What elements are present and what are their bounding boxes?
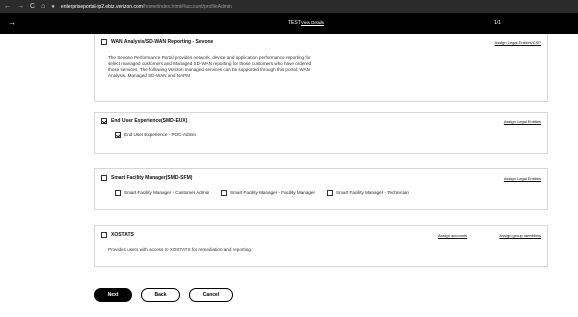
- browser-reload-icon[interactable]: C: [30, 0, 35, 13]
- sfm-customer-admin-checkbox[interactable]: [115, 190, 121, 196]
- sfm-technician-label: Smart Facility Manager - Technician: [336, 190, 409, 195]
- back-button[interactable]: Back: [141, 288, 180, 302]
- browser-home-icon[interactable]: ⌂: [41, 0, 45, 13]
- xostats-title: XOSTATS: [111, 232, 134, 238]
- end-user-experience-card: End User Experience(SMD-EUX) Assign Lega…: [94, 112, 548, 154]
- xostats-assign-group-identifiers-link[interactable]: Assign group identifiers: [499, 233, 541, 238]
- wan-analysis-title: WAN Analysis/SD-WAN Reporting - Sevone: [111, 39, 214, 45]
- eux-poc-admin-label: End User Experience - POC-Admin: [124, 132, 196, 137]
- browser-toolbar: ← → C ⌂ ● enterpriseportal-ip2.ebiz.veri…: [0, 0, 578, 13]
- wan-assign-legal-entities-link[interactable]: Assign Legal Entities/CSP: [495, 40, 541, 45]
- smart-facility-manager-title: Smart Facility Manager(SMD-SFM): [111, 175, 193, 181]
- wan-analysis-checkbox[interactable]: [101, 39, 107, 45]
- eux-poc-admin-checkbox[interactable]: [115, 132, 121, 138]
- browser-forward-icon[interactable]: →: [17, 0, 24, 13]
- sfm-facility-manager-label: Smart Facility Manager - Facility Manage…: [230, 190, 316, 195]
- browser-back-icon[interactable]: ←: [4, 0, 11, 13]
- page-indicator: 1/1: [494, 20, 501, 26]
- end-user-experience-checkbox[interactable]: [101, 118, 107, 124]
- sfm-technician-checkbox[interactable]: [327, 190, 333, 196]
- smart-facility-manager-checkbox[interactable]: [101, 175, 107, 181]
- next-button[interactable]: Next: [94, 288, 132, 302]
- cancel-button[interactable]: Cancel: [189, 288, 233, 302]
- eux-assign-legal-entities-link[interactable]: Assign Legal Entities: [504, 119, 541, 124]
- xostats-checkbox[interactable]: [101, 232, 107, 238]
- xostats-description: Provides users with access to XOSTATS fo…: [108, 247, 253, 252]
- sfm-facility-manager-checkbox[interactable]: [221, 190, 227, 196]
- end-user-experience-title: End User Experience(SMD-EUX): [111, 118, 188, 124]
- banner-arrow-icon[interactable]: →: [8, 18, 16, 27]
- page-banner: → TEST View Details 1/1: [0, 13, 578, 34]
- smart-facility-manager-card: Smart Facility Manager(SMD-SFM) Assign L…: [94, 168, 548, 210]
- sfm-assign-legal-entities-link[interactable]: Assign Legal Entities: [504, 176, 541, 181]
- view-details-link[interactable]: View Details: [301, 20, 324, 25]
- url-host: enterpriseportal-ip2.ebiz.verizon.com: [60, 3, 143, 10]
- wan-analysis-description: The Sevone Performance Portal provides n…: [108, 55, 312, 78]
- url-path: /home/index.html#/account/profileAdmin: [142, 3, 232, 10]
- xostats-card: XOSTATS Assign accounts Assign group ide…: [94, 225, 548, 267]
- xostats-assign-accounts-link[interactable]: Assign accounts: [438, 233, 467, 238]
- lock-icon: ●: [51, 3, 55, 10]
- address-bar[interactable]: enterpriseportal-ip2.ebiz.verizon.com/ho…: [61, 4, 232, 10]
- wan-analysis-card: WAN Analysis/SD-WAN Reporting - Sevone A…: [94, 34, 548, 102]
- sfm-customer-admin-label: Smart Facility Manager - Customer Admin: [124, 190, 210, 195]
- banner-title: TEST: [288, 20, 301, 26]
